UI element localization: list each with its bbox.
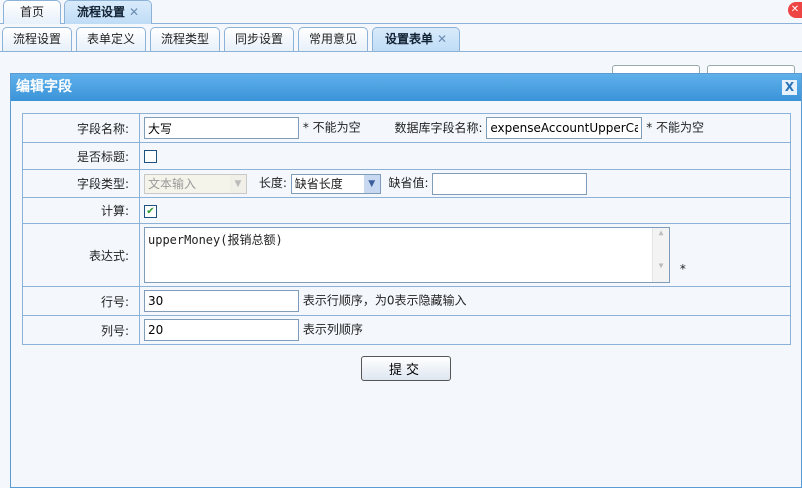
tab-sync-settings[interactable]: 同步设置 [224, 27, 294, 51]
length-select[interactable]: 缺省长度 ▼ [290, 173, 381, 194]
chevron-down-icon: ▼ [230, 174, 246, 193]
chevron-down-icon: ▼ [363, 174, 380, 193]
is-title-checkbox[interactable] [144, 150, 157, 163]
expr-value: upperMoney(报销总额) [148, 233, 283, 247]
db-required-note: * 不能为空 [646, 120, 705, 135]
field-type-value: 文本输入 [148, 177, 197, 191]
row-note: 表示行顺序，为0表示隐藏输入 [302, 293, 467, 308]
calc-checkbox[interactable]: ✔ [144, 204, 157, 218]
tab-process-settings-sub[interactable]: 流程设置 [2, 27, 72, 51]
tab-label: 表单定义 [86, 32, 135, 46]
tab-label: 常用意见 [308, 32, 357, 46]
tab-process-type[interactable]: 流程类型 [150, 27, 220, 51]
tab-label: 同步设置 [234, 32, 283, 46]
tab-label: 首页 [19, 5, 44, 19]
tab-label: 设置表单 [384, 32, 433, 46]
default-label: 缺省值: [388, 176, 429, 190]
tab-label: 流程类型 [160, 32, 209, 46]
expr-note: * [679, 261, 686, 276]
field-form: 字段名称: * 不能为空 数据库字段名称: * 不能为空 是否标题: 字段类型:… [22, 113, 791, 345]
tab-label: 流程设置 [12, 32, 61, 46]
tab-set-form[interactable]: 设置表单 ✕ [372, 27, 460, 51]
col-note: 表示列顺序 [302, 322, 363, 337]
expr-textarea[interactable]: upperMoney(报销总额) ▲ ▼ [144, 227, 670, 283]
dialog-title: 编辑字段 [11, 74, 801, 101]
tab-process-settings[interactable]: 流程设置 ✕ [64, 0, 152, 24]
is-title-label: 是否标题: [22, 142, 140, 170]
dialog-close-button[interactable]: X [782, 80, 797, 95]
col-label: 列号: [22, 315, 140, 345]
field-type-select[interactable]: 文本输入 ▼ [144, 173, 247, 194]
required-note: * 不能为空 [302, 120, 361, 135]
sub-tab-bar: 流程设置 表单定义 流程类型 同步设置 常用意见 设置表单 ✕ [0, 27, 802, 52]
row-input[interactable] [144, 290, 299, 312]
field-type-label: 字段类型: [22, 169, 140, 198]
row-label: 行号: [22, 286, 140, 316]
tab-label: 流程设置 [76, 5, 125, 19]
submit-button[interactable]: 提交 [361, 356, 451, 381]
length-label: 长度: [258, 176, 287, 190]
tab-form-definition[interactable]: 表单定义 [76, 27, 146, 51]
close-all-icon[interactable]: ✕ [788, 2, 802, 18]
close-icon[interactable]: ✕ [437, 32, 447, 46]
tab-common-opinions[interactable]: 常用意见 [298, 27, 368, 51]
length-value: 缺省长度 [294, 177, 343, 191]
tab-home[interactable]: 首页 [3, 0, 61, 24]
expr-label: 表达式: [22, 223, 140, 287]
default-value-input[interactable] [432, 172, 588, 195]
db-field-input[interactable] [486, 117, 643, 139]
db-field-label: 数据库字段名称: [394, 120, 483, 135]
edit-field-dialog: 编辑字段 X 字段名称: * 不能为空 数据库字段名称: * 不能为空 是否标题… [10, 73, 802, 488]
col-input[interactable] [144, 319, 299, 341]
field-name-input[interactable] [144, 117, 299, 139]
calc-label: 计算: [22, 197, 140, 224]
top-tab-bar: 首页 流程设置 ✕ ✕ [0, 0, 802, 24]
close-icon[interactable]: ✕ [129, 5, 139, 19]
field-name-label: 字段名称: [22, 113, 140, 143]
scrollbar[interactable]: ▲ ▼ [652, 228, 669, 282]
